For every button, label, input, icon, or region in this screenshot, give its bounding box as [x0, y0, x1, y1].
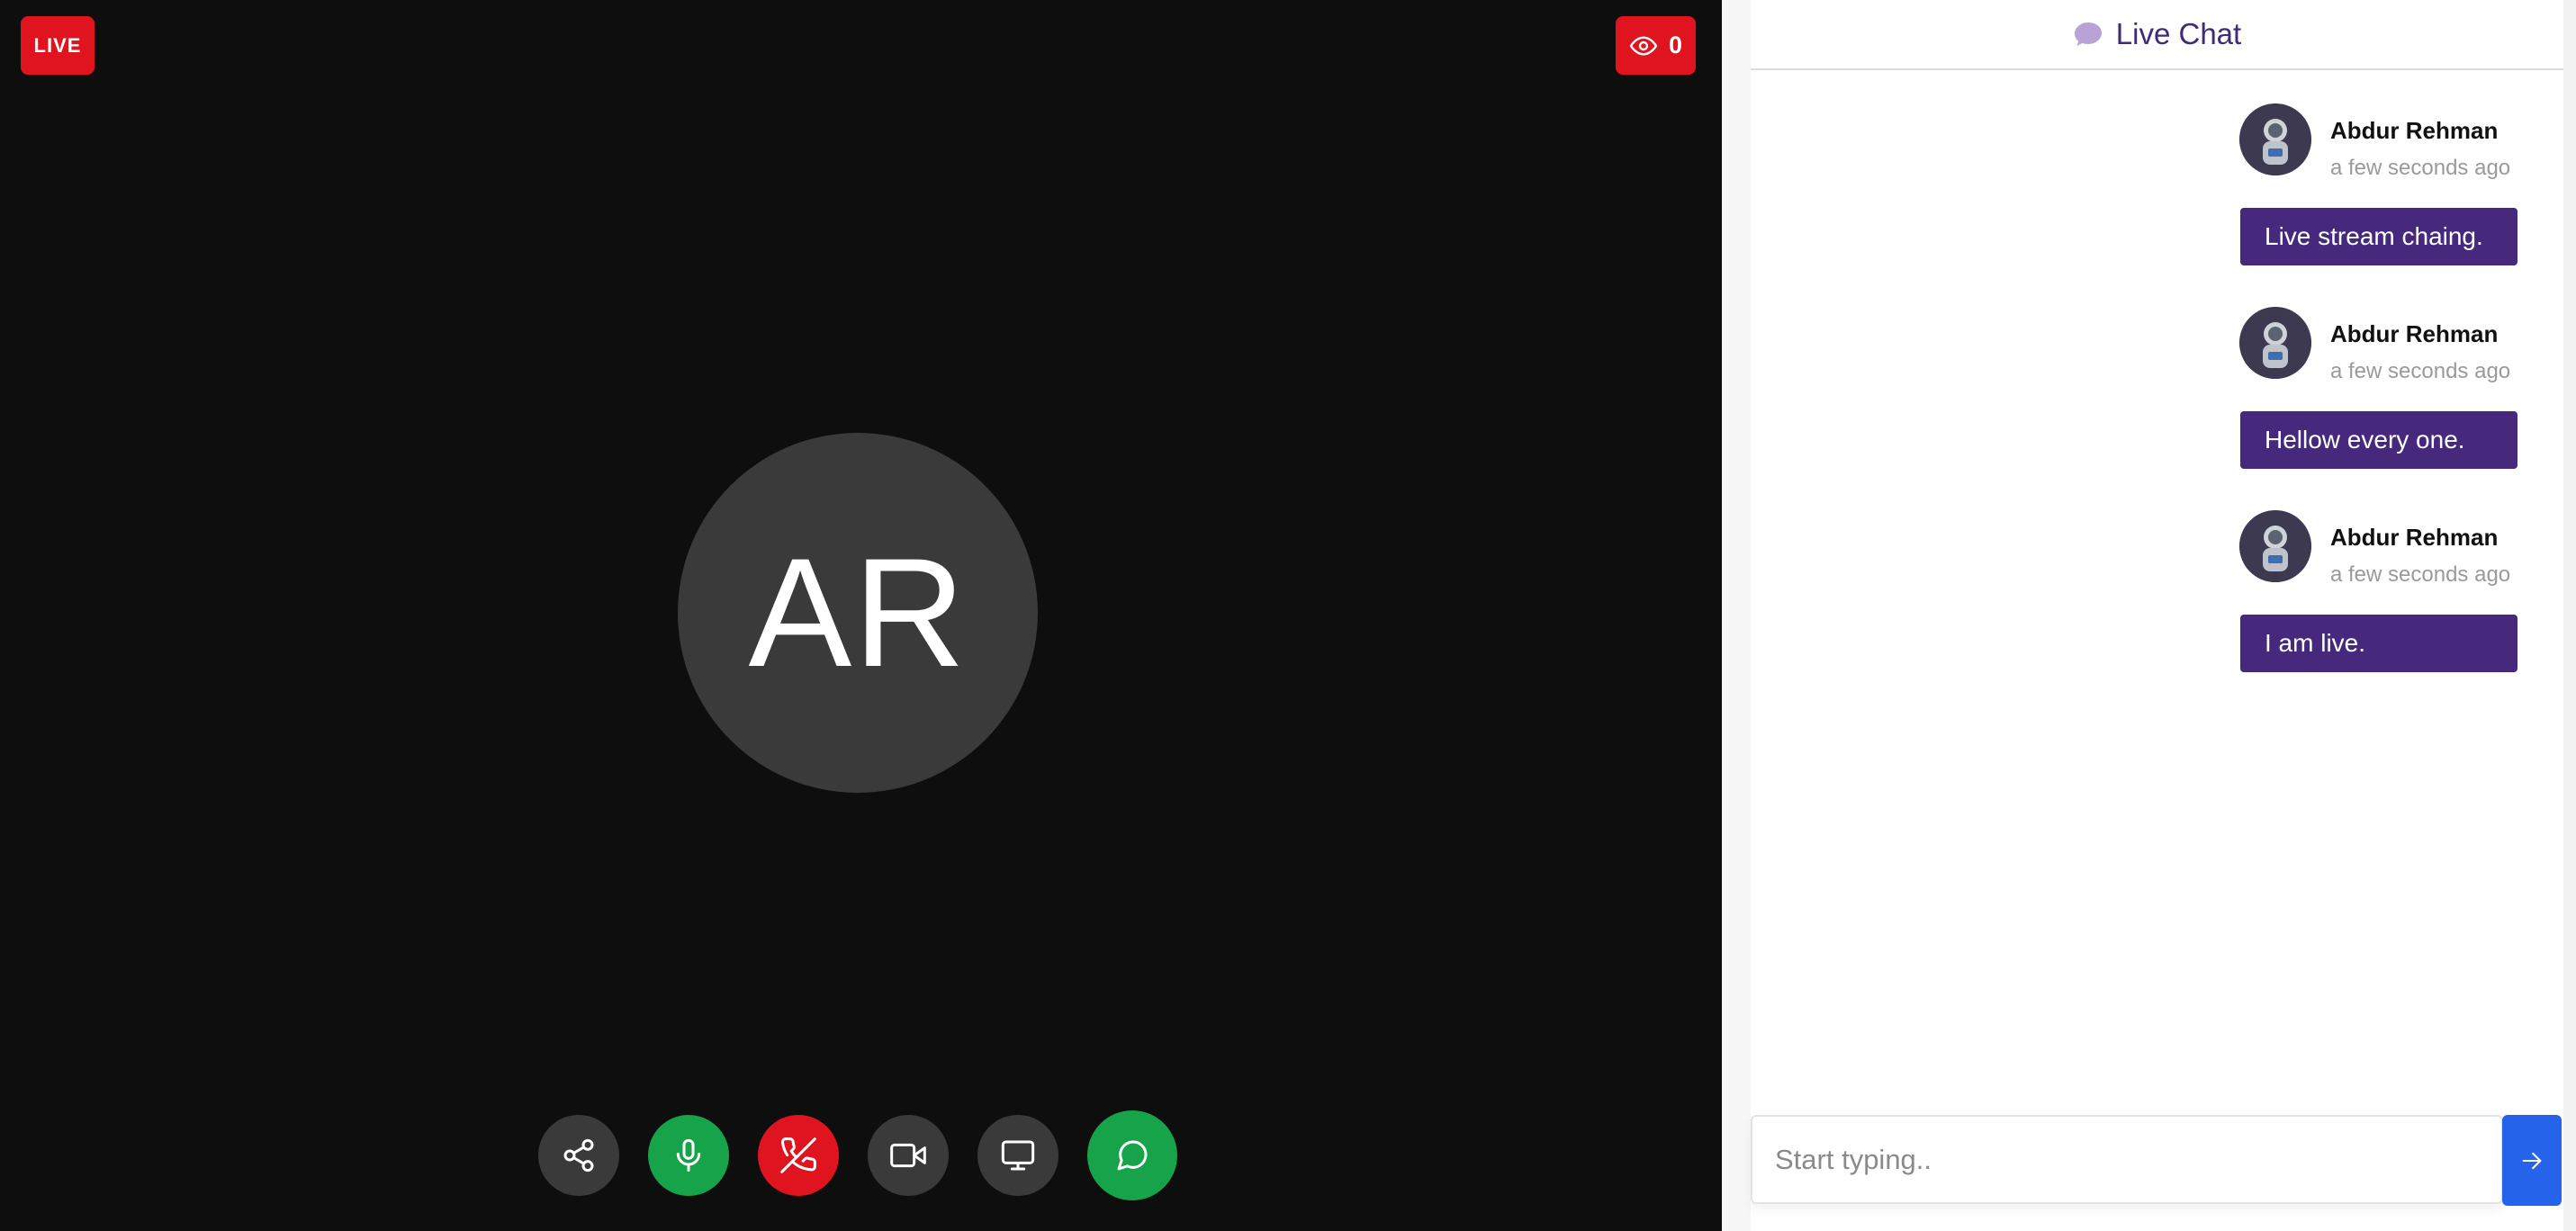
message-author: Abdur Rehman	[2330, 320, 2499, 347]
message-bubble: I am live.	[2240, 615, 2517, 672]
phone-off-icon	[780, 1137, 816, 1173]
chat-bubble-icon	[1117, 1140, 1148, 1171]
user-avatar	[2239, 510, 2311, 582]
chat-gutter	[1722, 0, 1751, 1231]
share-icon	[563, 1138, 594, 1173]
message-author: Abdur Rehman	[2330, 524, 2499, 551]
live-badge: LIVE	[21, 16, 95, 75]
end-call-button[interactable]	[758, 1115, 839, 1196]
message-bubble: Hellow every one.	[2240, 411, 2517, 469]
eye-icon	[1629, 35, 1658, 56]
live-stream-app: LIVE 0 AR Live Chat Abdur Rehman a few s…	[0, 0, 2576, 1231]
chat-toggle-button[interactable]	[1087, 1110, 1177, 1200]
astronaut-avatar-icon	[2239, 307, 2311, 379]
video-stage: LIVE 0 AR	[0, 0, 1722, 1231]
camera-button[interactable]	[868, 1115, 949, 1196]
monitor-icon	[1001, 1140, 1035, 1171]
message-author: Abdur Rehman	[2330, 117, 2499, 144]
chat-header: Live Chat	[1751, 0, 2563, 70]
astronaut-avatar-icon	[2239, 510, 2311, 582]
chat-scrollbar[interactable]	[2563, 0, 2576, 1231]
user-avatar	[2239, 103, 2311, 175]
message-bubble: Live stream chaing.	[2240, 208, 2517, 265]
share-button[interactable]	[538, 1115, 619, 1196]
message-timestamp: a few seconds ago	[2330, 156, 2511, 180]
speech-bubble-icon	[2074, 22, 2102, 46]
microphone-icon	[676, 1138, 701, 1173]
astronaut-avatar-icon	[2239, 103, 2311, 175]
user-avatar	[2239, 307, 2311, 379]
viewer-count-badge: 0	[1616, 16, 1696, 75]
chat-input-container	[1751, 1115, 2503, 1204]
presenter-avatar: AR	[678, 433, 1038, 793]
chat-message-input[interactable]	[1752, 1117, 2501, 1202]
arrow-right-icon	[2522, 1152, 2542, 1169]
screen-share-button[interactable]	[977, 1115, 1058, 1196]
viewer-count: 0	[1668, 31, 1683, 58]
chat-title: Live Chat	[2115, 17, 2242, 50]
microphone-button[interactable]	[648, 1115, 729, 1196]
live-chat-panel: Live Chat Abdur Rehman a few seconds ago…	[1722, 0, 2576, 1231]
message-timestamp: a few seconds ago	[2330, 562, 2511, 587]
send-button[interactable]	[2502, 1115, 2562, 1206]
message-timestamp: a few seconds ago	[2330, 359, 2511, 383]
video-camera-icon	[890, 1143, 926, 1168]
